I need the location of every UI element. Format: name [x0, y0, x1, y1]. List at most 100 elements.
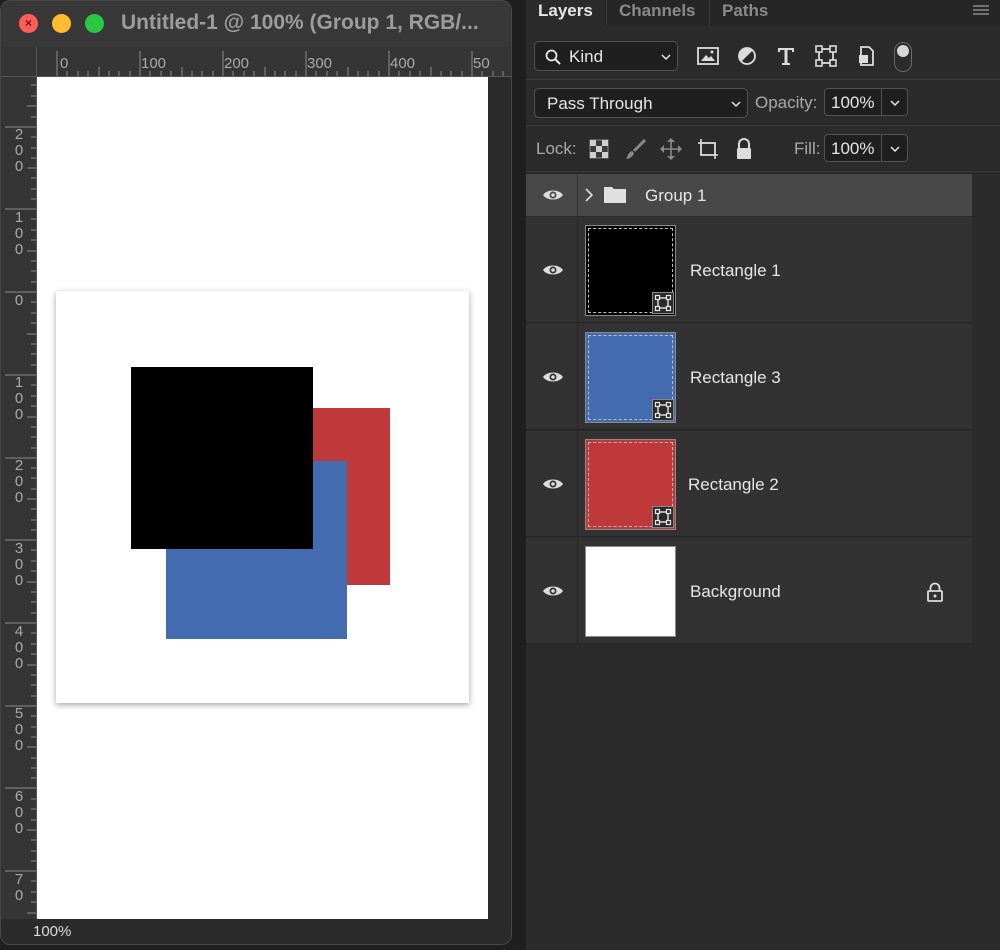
shape-badge-icon: [654, 401, 672, 419]
eye-icon: [543, 190, 563, 200]
document-title: Untitled-1 @ 100% (Group 1, RGB/...: [121, 11, 479, 34]
zoom-window-button[interactable]: [85, 14, 104, 33]
chevron-down-icon: [890, 146, 900, 153]
smart-object-filter-icon[interactable]: [854, 44, 878, 68]
minimize-window-button[interactable]: [52, 14, 71, 33]
opacity-value: 100%: [831, 93, 875, 112]
ruler-origin[interactable]: [1, 47, 37, 77]
shape-badge-icon: [654, 508, 672, 526]
opacity-field[interactable]: 100%: [824, 88, 882, 116]
fill-value: 100%: [831, 139, 875, 158]
ruler-label: 600: [14, 788, 24, 837]
pixel-layer-filter-icon[interactable]: [696, 44, 720, 68]
blend-mode-select[interactable]: Pass Through: [534, 88, 748, 118]
blend-mode-label: Pass Through: [547, 94, 653, 113]
eye-icon: [543, 372, 563, 382]
filter-kind-select[interactable]: Kind: [534, 41, 678, 71]
lock-artboard-icon[interactable]: [696, 137, 720, 161]
panel-menu-icon[interactable]: [972, 4, 990, 18]
ruler-label: 300: [307, 55, 333, 72]
fill-dropdown-button[interactable]: [882, 134, 908, 162]
visibility-toggle[interactable]: [526, 538, 578, 643]
fill-label: Fill:: [794, 139, 821, 158]
tab-layers[interactable]: Layers: [526, 0, 604, 26]
divider: [526, 125, 1000, 126]
layer-name: Background: [690, 582, 781, 601]
adjustment-layer-filter-icon[interactable]: [735, 44, 759, 68]
ruler-ticks: [56, 51, 504, 76]
horizontal-ruler[interactable]: 0 100 200 300 400 50: [37, 47, 511, 77]
visibility-toggle[interactable]: [526, 324, 578, 429]
vertical-ruler[interactable]: 200 100 0 100 200 300 400 500 600 70: [1, 77, 37, 919]
chevron-right-icon[interactable]: [584, 187, 594, 203]
chevron-down-icon: [661, 54, 671, 61]
ruler-label: 70: [14, 871, 24, 904]
layer-thumbnail[interactable]: [585, 546, 676, 637]
close-icon: ×: [24, 16, 32, 30]
tab-channels[interactable]: Channels: [606, 0, 708, 26]
shape-layer-badge: [652, 506, 674, 528]
lock-image-pixels-brush-icon[interactable]: [624, 137, 648, 161]
lock-transparent-pixels-icon[interactable]: [587, 137, 611, 161]
visibility-toggle[interactable]: [526, 431, 578, 536]
layer-filter-row: Kind: [526, 36, 1000, 76]
ruler-label: 300: [14, 540, 24, 589]
ruler-label: 100: [14, 209, 24, 258]
shape-layer-filter-icon[interactable]: [814, 44, 838, 68]
fill-field[interactable]: 100%: [824, 134, 882, 162]
search-icon: [545, 49, 561, 65]
window-titlebar[interactable]: × Untitled-1 @ 100% (Group 1, RGB/...: [1, 1, 511, 47]
layer-row-rectangle-3[interactable]: Rectangle 3: [526, 324, 972, 430]
ruler-label: 0: [60, 55, 69, 72]
layer-name: Rectangle 3: [690, 368, 781, 387]
shape-badge-icon: [654, 294, 672, 312]
lock-icon[interactable]: [926, 582, 944, 602]
panel-tabbar: Layers Channels Paths: [526, 0, 1000, 26]
group-name: Group 1: [645, 186, 707, 205]
layer-thumbnail[interactable]: [585, 439, 676, 530]
type-layer-filter-icon[interactable]: [774, 44, 798, 68]
ruler-label: 400: [14, 623, 24, 672]
artboard[interactable]: [56, 291, 469, 703]
divider: [526, 79, 1000, 80]
shape-layer-badge: [652, 292, 674, 314]
shape-layer-badge: [652, 399, 674, 421]
layer-name: Rectangle 2: [688, 475, 779, 494]
layer-row-rectangle-1[interactable]: Rectangle 1: [526, 217, 972, 323]
zoom-level[interactable]: 100%: [33, 923, 71, 940]
chevron-down-icon: [731, 101, 741, 108]
document-canvas[interactable]: [37, 77, 488, 919]
visibility-toggle[interactable]: [526, 174, 578, 216]
folder-icon: [604, 187, 626, 203]
vertical-scrollbar[interactable]: [488, 77, 511, 919]
layer-row-rectangle-2[interactable]: Rectangle 2: [526, 431, 972, 537]
ruler-label: 100: [14, 374, 24, 423]
ruler-label: 200: [224, 55, 250, 72]
chevron-down-icon: [890, 100, 900, 107]
eye-icon: [543, 265, 563, 275]
close-window-button[interactable]: ×: [19, 14, 38, 33]
ruler-label: 100: [141, 55, 167, 72]
eye-icon: [543, 586, 563, 596]
visibility-toggle[interactable]: [526, 217, 578, 322]
layer-thumbnail[interactable]: [585, 225, 676, 316]
tab-paths[interactable]: Paths: [709, 0, 781, 26]
divider: [526, 171, 1000, 172]
lock-position-move-icon[interactable]: [659, 137, 683, 161]
ruler-label: 50: [473, 55, 490, 72]
ruler-label: 200: [14, 126, 24, 175]
document-window: × Untitled-1 @ 100% (Group 1, RGB/... 0 …: [0, 0, 512, 945]
layer-name: Rectangle 1: [690, 261, 781, 280]
filter-kind-label: Kind: [569, 47, 604, 66]
layer-row-background[interactable]: Background: [526, 538, 972, 644]
ruler-label: 400: [390, 55, 416, 72]
opacity-dropdown-button[interactable]: [882, 88, 908, 116]
status-bar: 100%: [1, 919, 511, 944]
layer-thumbnail[interactable]: [585, 332, 676, 423]
rectangle-1-shape[interactable]: [131, 367, 313, 549]
filter-toggle-switch[interactable]: [894, 42, 912, 72]
toggle-knob: [897, 45, 909, 57]
ruler-label: 200: [14, 457, 24, 506]
lock-all-icon[interactable]: [732, 137, 756, 161]
layer-row-group[interactable]: Group 1: [526, 174, 972, 216]
